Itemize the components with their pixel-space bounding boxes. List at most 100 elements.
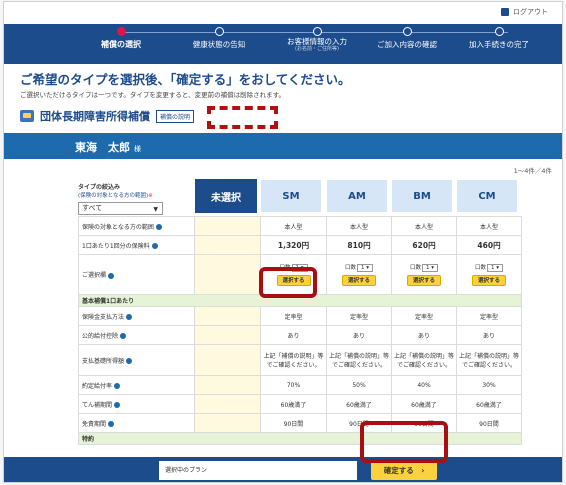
step-dot [494,27,504,36]
plan-value: 90日間 [283,420,304,428]
plan-cell: 60歳満了 [326,394,392,414]
plan-cell: 30% [456,375,522,395]
not-selected-cell [194,216,261,236]
plan-select-cell: 口数 1 ▾ 選択する [391,254,457,295]
row-label: てん補期間 [78,394,195,414]
select-button-highlight [259,267,317,298]
filter-select[interactable]: すべて ▼ [78,202,163,215]
plan-cell: 1,320円 [260,235,327,255]
select-button[interactable]: 選択する [472,275,506,286]
plan-cell: 90日間 [456,413,522,433]
help-icon[interactable] [126,314,133,320]
required-mark: ※ [148,193,153,199]
confirm-button[interactable]: 確定する › [371,461,437,480]
plan-cell: 定率型 [326,306,392,326]
honorific: 様 [134,145,141,153]
plan-cell: 460円 [456,235,522,255]
selected-plan-box: 選択中のプラン [159,461,357,480]
help-icon[interactable] [108,421,115,427]
unit-selector[interactable]: 口数 1 ▾ [410,263,439,272]
row-label: 1口あたり1回分の保険料 [78,235,195,255]
filter-note-wrap: (保険の対象となる方の範囲)※ [78,191,168,199]
plan-cell: 70% [260,375,327,395]
row-label-text: ご選択欄 [82,272,107,279]
step-3: お客様情報の入力 (お名前・ご住所等) [272,27,362,52]
unit-dropdown[interactable]: 1 ▾ [487,264,504,272]
plan-cell: 上記「補償の説明」等でご確認ください。 [260,344,327,376]
plan-select-cell: 口数 1 ▾ 選択する [326,254,392,295]
plan-value: 定率型 [284,313,303,321]
step-5: 加入手続きの完了 [454,27,544,49]
unit-dropdown[interactable]: 1 ▾ [422,264,439,272]
row-base-income: 支払基礎所得額 上記「補償の説明」等でご確認ください。 上記「補償の説明」等でご確認… [78,344,522,376]
selected-plan-label: 選択中のプラン [165,467,208,474]
row-scope: 保険の対象となる方の範囲 本人型 本人型 本人型 本人型 [78,216,522,236]
row-label-text: 保険の対象となる方の範囲 [82,223,154,231]
select-button[interactable]: 選択する [342,275,376,286]
product-name: 団体長期障害所得補償 [40,110,150,123]
step-label: 補償の選択 [101,40,141,49]
row-label: 支払基礎所得額 [78,344,195,376]
plan-value: 90日間 [479,420,499,428]
step-dot [312,27,322,36]
logout-label: ログアウト [513,8,548,16]
row-label: 免責期間 [78,413,195,433]
plan-value: 70% [286,381,301,389]
plan-cell: 上記「補償の説明」等でご確認ください。 [456,344,522,376]
plan-cell: 60歳満了 [391,394,457,414]
plan-table: 保険の対象となる方の範囲 本人型 本人型 本人型 本人型 1口あたり1回分の保険料 1,32… [78,216,522,445]
row-exemption: 免責期間 90日間 90日間 90日間 90日間 [78,413,522,433]
help-icon[interactable] [114,383,121,389]
unit-label: 口数 [474,265,486,271]
help-icon[interactable] [120,333,127,339]
step-label: 健康状態の告知 [192,40,246,49]
result-count: 1〜4件／4件 [513,167,552,175]
progress-steps: 補償の選択 健康状態の告知 お客様情報の入力 (お名前・ご住所等) ご加入内容の確… [4,24,562,64]
unit-dropdown[interactable]: 1 ▾ [357,264,374,272]
plan-value: 本人型 [479,223,498,231]
step-dot [214,27,224,36]
step-sublabel: (お名前・ご住所等) [295,46,339,52]
plan-select-cell: 口数 1 ▾ 選択する [456,254,522,295]
plan-cell: 本人型 [456,216,522,236]
bottom-bar: 選択中のプラン 確定する › [4,457,562,482]
column-cm: CM [456,179,518,213]
help-icon[interactable] [126,358,133,364]
insured-bar: 東海 太郎様 [4,133,562,159]
plan-value: 定率型 [479,313,498,321]
plan-cell: あり [456,325,522,345]
product-icon [20,110,34,122]
plan-value: 上記「補償の説明」等でご確認ください。 [328,353,389,369]
explain-highlight [207,106,278,129]
row-label-text: 支払基礎所得額 [82,357,125,365]
column-sm: SM [260,179,322,213]
explain-link[interactable]: 補償の説明 [156,109,195,123]
row-section-riders: 特約 [78,432,522,445]
help-icon[interactable] [151,243,158,249]
unit-label: 口数 [344,265,356,271]
plan-cell: 60歳満了 [260,394,327,414]
plan-cell: 620円 [391,235,457,255]
plan-cell: 90日間 [260,413,327,433]
plan-value: 30% [482,381,496,389]
unit-selector[interactable]: 口数 1 ▾ [344,263,374,272]
select-button[interactable]: 選択する [407,275,441,286]
help-icon[interactable] [155,224,162,230]
plan-value: 本人型 [349,223,368,231]
plan-cell: あり [260,325,327,345]
help-icon[interactable] [114,402,121,408]
help-icon[interactable] [108,272,115,279]
logout-link[interactable]: ログアウト [501,7,548,17]
plan-value: 810円 [347,240,371,250]
plan-cell: 定率型 [456,306,522,326]
unit-selector[interactable]: 口数 1 ▾ [474,263,504,272]
row-label-text: てん補期間 [82,401,113,409]
chevron-down-icon: ▾ [429,265,435,271]
step-label: ご加入内容の確認 [377,40,437,49]
plan-cell: 本人型 [326,216,392,236]
filter-value: すべて [82,204,103,212]
lead-text: ご選択いただけるタイプは一つです。タイプを変更すると、変更前の補償は削除されます… [20,91,285,99]
step-dot [402,27,412,36]
filter-title: タイプの絞込み [78,184,121,191]
row-premium: 1口あたり1回分の保険料 1,320円 810円 620円 460円 [78,235,522,255]
